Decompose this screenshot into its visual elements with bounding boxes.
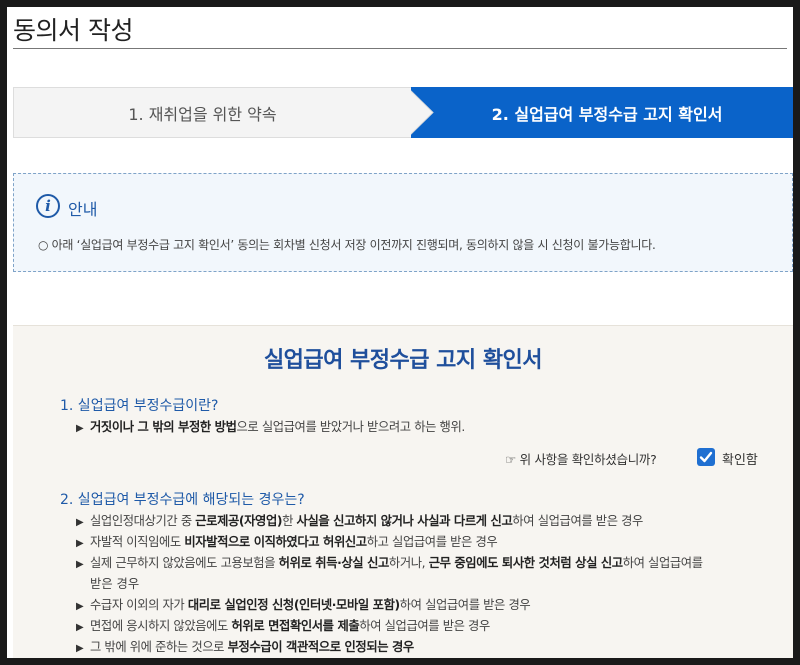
- notice-title: 안내: [68, 200, 98, 219]
- consent-form-window: 동의서 작성 1. 재취업을 위한 약속 2. 실업급여 부정수급 고지 확인서…: [7, 7, 793, 658]
- info-icon: i: [36, 194, 60, 218]
- triangle-bullet-icon: ▶: [76, 517, 84, 528]
- triangle-bullet-icon: ▶: [76, 538, 84, 549]
- page-title: 동의서 작성: [13, 16, 133, 45]
- checkmark-icon: [699, 451, 713, 463]
- section-1-heading: 1. 실업급여 부정수급이란?: [60, 398, 219, 414]
- step-progress: 1. 재취업을 위한 약속 2. 실업급여 부정수급 고지 확인서: [13, 87, 793, 138]
- list-item: ▶ 면접에 응시하지 않았음에도 허위로 면접확인서를 제출하여 실업급여를 받은…: [76, 619, 490, 633]
- triangle-bullet-icon: ▶: [76, 559, 84, 570]
- document-title: 실업급여 부정수급 고지 확인서: [263, 348, 543, 373]
- triangle-bullet-icon: ▶: [76, 622, 84, 633]
- list-item-continuation: 받은 경우: [90, 577, 140, 591]
- confirm-question: ☞ 위 사항을 확인하셨습니까?: [505, 452, 657, 467]
- notice-document: 실업급여 부정수급 고지 확인서 1. 실업급여 부정수급이란? ▶ 거짓이나 그…: [13, 325, 793, 658]
- confirm-checkbox[interactable]: [697, 448, 715, 466]
- title-divider: [13, 48, 787, 49]
- list-item: ▶ 그 밖에 위에 준하는 것으로 부정수급이 객관적으로 인정되는 경우: [76, 640, 414, 654]
- step-1-tab[interactable]: 1. 재취업을 위한 약속: [13, 87, 411, 138]
- confirm-checkbox-label[interactable]: 확인함: [722, 449, 758, 468]
- list-item: ▶ 실업인정대상기간 중 근로제공(자영업)한 사실을 신고하지 않거나 사실과 …: [76, 514, 643, 528]
- notice-box: i 안내 ○ 아래 ‘실업급여 부정수급 고지 확인서’ 동의는 회차별 신청서…: [13, 173, 793, 272]
- triangle-bullet-icon: ▶: [76, 423, 84, 434]
- triangle-bullet-icon: ▶: [76, 643, 84, 654]
- list-item: ▶ 실제 근무하지 않았음에도 고용보험을 허위로 취득·상실 신고하거나, 근무…: [76, 556, 703, 570]
- section-2-heading: 2. 실업급여 부정수급에 해당되는 경우는?: [60, 492, 305, 508]
- list-item: ▶ 수급자 이외의 자가 대리로 실업인정 신청(인터넷·모바일 포함)하여 실업…: [76, 598, 531, 612]
- triangle-bullet-icon: ▶: [76, 601, 84, 612]
- list-item: ▶ 자발적 이직임에도 비자발적으로 이직하였다고 허위신고하고 실업급여를 받은…: [76, 535, 498, 549]
- section-1-bullet: ▶ 거짓이나 그 밖의 부정한 방법으로 실업급여를 받았거나 받으려고 하는 행…: [76, 420, 465, 434]
- notice-text: ○ 아래 ‘실업급여 부정수급 고지 확인서’ 동의는 회차별 신청서 저장 이…: [38, 238, 656, 252]
- step-2-tab-active[interactable]: 2. 실업급여 부정수급 고지 확인서: [411, 87, 793, 138]
